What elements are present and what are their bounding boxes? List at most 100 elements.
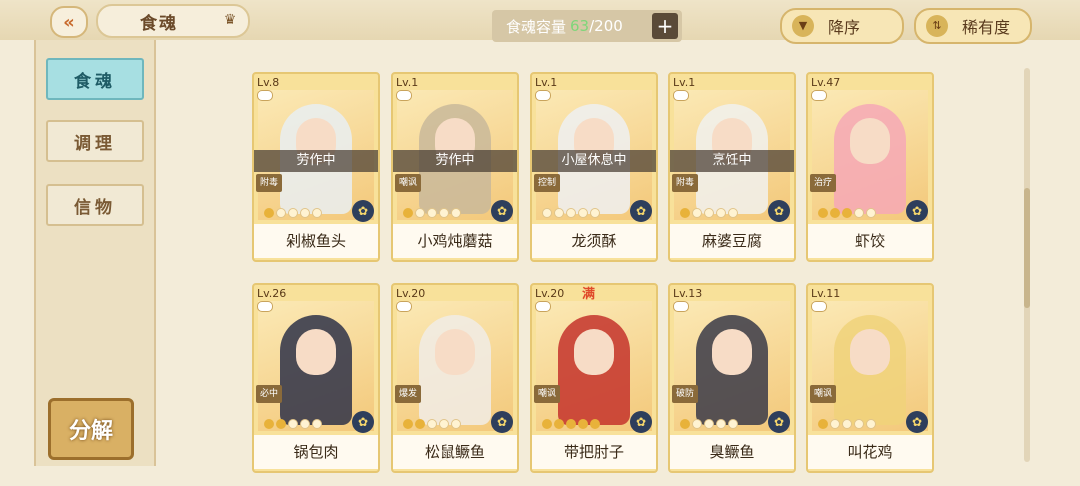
food-soul-card[interactable]: Lv.26 必中 ✿ 锅包肉: [252, 283, 380, 473]
lock-icon[interactable]: [257, 301, 273, 312]
food-soul-card[interactable]: Lv.11 嘲讽 ✿ 叫花鸡: [806, 283, 934, 473]
role-badge: 嘲讽: [395, 174, 421, 192]
food-soul-card[interactable]: Lv.8 劳作中 附毒 ✿ 剁椒鱼头: [252, 72, 380, 262]
sort-rarity-label: 稀有度: [962, 18, 1011, 37]
tab-food-souls[interactable]: 食魂: [46, 58, 144, 100]
card-status: 小屋休息中: [532, 150, 656, 172]
role-badge: 治疗: [810, 174, 836, 192]
capacity-display: 食魂容量 63 /200 +: [492, 10, 682, 42]
character-face: [296, 329, 336, 375]
food-soul-card[interactable]: Lv.1 烹饪中 附毒 ✿ 麻婆豆腐: [668, 72, 796, 262]
star-icon: [276, 419, 286, 429]
food-soul-card[interactable]: Lv.1 劳作中 嘲讽 ✿ 小鸡炖蘑菇: [391, 72, 519, 262]
star-icon: [854, 419, 864, 429]
food-soul-card[interactable]: Lv.1 小屋休息中 控制 ✿ 龙须酥: [530, 72, 658, 262]
star-icon: [439, 208, 449, 218]
star-icon: [415, 419, 425, 429]
scrollbar[interactable]: [1024, 68, 1030, 462]
character-face: [850, 118, 890, 164]
tab-cooking[interactable]: 调理: [46, 120, 144, 162]
rarity-flower-icon: ✿: [491, 200, 513, 222]
lock-icon[interactable]: [535, 301, 551, 312]
star-icon: [590, 419, 600, 429]
add-capacity-button[interactable]: +: [652, 13, 678, 39]
food-soul-card[interactable]: Lv.13 破防 ✿ 臭鳜鱼: [668, 283, 796, 473]
role-badge: 必中: [256, 385, 282, 403]
lock-icon[interactable]: [673, 301, 689, 312]
food-soul-card[interactable]: Lv.47 治疗 ✿ 虾饺: [806, 72, 934, 262]
star-icon: [680, 208, 690, 218]
star-icon: [830, 208, 840, 218]
lock-icon[interactable]: [811, 301, 827, 312]
sort-rarity-button[interactable]: ⇅ 稀有度: [914, 8, 1032, 44]
rarity-flower-icon: ✿: [491, 411, 513, 433]
sort-order-label: 降序: [828, 18, 861, 37]
star-icon: [866, 419, 876, 429]
star-icon: [704, 419, 714, 429]
lock-icon[interactable]: [535, 90, 551, 101]
lock-icon[interactable]: [396, 90, 412, 101]
role-badge: 破防: [672, 385, 698, 403]
star-icon: [728, 419, 738, 429]
scroll-thumb[interactable]: [1024, 188, 1030, 308]
capacity-current: 63: [570, 17, 590, 35]
back-button[interactable]: «: [50, 6, 88, 38]
card-level: Lv.11: [811, 287, 841, 300]
star-icon: [542, 419, 552, 429]
card-name: 龙须酥: [532, 224, 656, 258]
card-name: 剁椒鱼头: [254, 224, 378, 258]
character-face: [850, 329, 890, 375]
lock-icon[interactable]: [396, 301, 412, 312]
star-icon: [728, 208, 738, 218]
card-level: Lv.1: [535, 76, 558, 89]
star-icon: [300, 208, 310, 218]
page-title: 食魂: [140, 13, 178, 34]
rarity-flower-icon: ✿: [352, 200, 374, 222]
lock-icon[interactable]: [811, 90, 827, 101]
character-face: [574, 329, 614, 375]
sort-arrows-icon: ⇅: [926, 15, 948, 37]
star-icon: [578, 208, 588, 218]
star-icon: [451, 208, 461, 218]
star-icon: [542, 208, 552, 218]
star-icon: [692, 208, 702, 218]
page-title-pill: 食魂 ♛: [96, 4, 250, 38]
lock-icon[interactable]: [257, 90, 273, 101]
crown-icon[interactable]: ♛: [220, 12, 240, 28]
star-icon: [830, 419, 840, 429]
star-rating: [403, 208, 461, 220]
card-status: 劳作中: [393, 150, 517, 172]
lock-icon[interactable]: [673, 90, 689, 101]
card-level: Lv.47: [811, 76, 841, 89]
star-icon: [403, 208, 413, 218]
food-soul-card[interactable]: Lv.20 满嘲讽 ✿ 带把肘子: [530, 283, 658, 473]
rarity-flower-icon: ✿: [630, 411, 652, 433]
role-badge: 爆发: [395, 385, 421, 403]
star-icon: [264, 419, 274, 429]
star-icon: [716, 419, 726, 429]
card-level: Lv.26: [257, 287, 287, 300]
star-rating: [680, 208, 738, 220]
food-soul-card[interactable]: Lv.20 爆发 ✿ 松鼠鳜鱼: [391, 283, 519, 473]
max-badge: 满: [582, 287, 596, 302]
star-icon: [288, 419, 298, 429]
decompose-button[interactable]: 分解: [48, 398, 134, 460]
card-status: 劳作中: [254, 150, 378, 172]
card-status: 烹饪中: [670, 150, 794, 172]
star-icon: [842, 208, 852, 218]
role-badge: 嘲讽: [534, 385, 560, 403]
star-icon: [427, 208, 437, 218]
capacity-total: /200: [589, 17, 623, 35]
star-icon: [866, 208, 876, 218]
card-level: Lv.20: [535, 287, 565, 300]
card-name: 小鸡炖蘑菇: [393, 224, 517, 258]
star-icon: [554, 208, 564, 218]
card-name: 锅包肉: [254, 435, 378, 469]
role-badge: 控制: [534, 174, 560, 192]
card-name: 叫花鸡: [808, 435, 932, 469]
card-name: 带把肘子: [532, 435, 656, 469]
double-chevron-left-icon: «: [63, 11, 75, 33]
tab-tokens[interactable]: 信物: [46, 184, 144, 226]
star-icon: [854, 208, 864, 218]
sort-order-button[interactable]: ▼ 降序: [780, 8, 904, 44]
